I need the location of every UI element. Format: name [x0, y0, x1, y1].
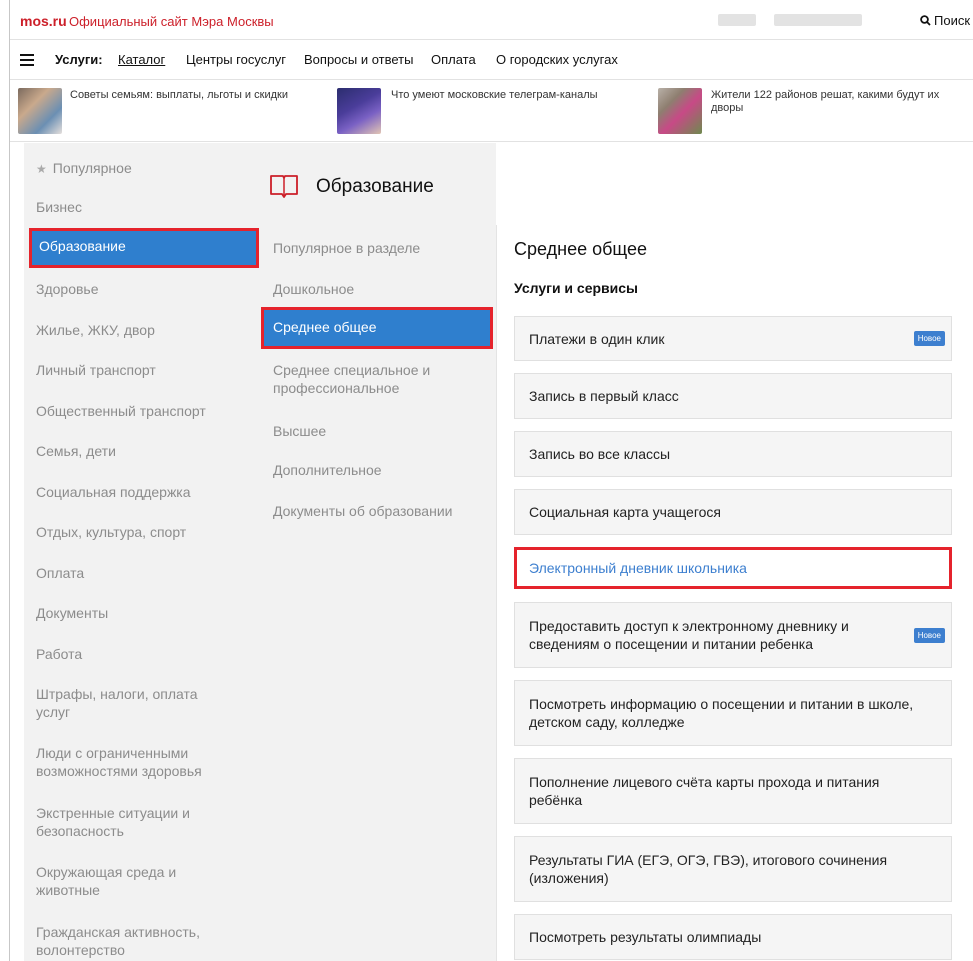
category-popular[interactable]: ★ Популярное [36, 159, 246, 178]
top-bar: mos.ru Официальный сайт Мэра Москвы Поис… [10, 0, 973, 40]
search-icon [920, 15, 931, 26]
category-item[interactable]: Жилье, ЖКУ, двор [36, 321, 246, 339]
services-nav: Услуги: Каталог Центры госуслуг Вопросы … [10, 40, 973, 80]
news-image[interactable] [337, 88, 381, 134]
service-card[interactable]: Запись во все классы [514, 431, 952, 477]
new-badge: Новое [913, 627, 945, 643]
service-label: Предоставить доступ к электронному дневн… [529, 618, 849, 652]
service-label: Результаты ГИА (ЕГЭ, ОГЭ, ГВЭ), итоговог… [529, 852, 888, 886]
service-label: Пополнение лицевого счёта карты прохода … [529, 774, 880, 808]
subsection-item-selected[interactable]: Среднее общее [261, 307, 493, 349]
search-button[interactable]: Поиск [920, 13, 970, 28]
star-icon: ★ [36, 162, 47, 176]
book-icon [270, 175, 298, 198]
category-item[interactable]: Семья, дети [36, 442, 246, 460]
services-panel: Среднее общее Услуги и сервисы Платежи в… [496, 225, 973, 961]
browser-page: mos.ru Официальный сайт Мэра Москвы Поис… [9, 0, 973, 961]
nav-link-about-services[interactable]: О городских услугах [496, 52, 618, 67]
category-item[interactable]: Личный транспорт [36, 361, 246, 379]
section-title: Образование [316, 176, 434, 197]
news-image[interactable] [18, 88, 62, 134]
news-link[interactable]: Жители 122 районов решат, какими будут и… [711, 89, 961, 115]
category-item[interactable]: Оплата [36, 564, 246, 582]
site-title[interactable]: Официальный сайт Мэра Москвы [69, 14, 274, 29]
nav-label: Услуги: [55, 52, 103, 67]
service-card-highlighted[interactable]: Электронный дневник школьника [514, 547, 952, 589]
service-label: Посмотреть результаты олимпиады [529, 929, 762, 945]
nav-link-faq[interactable]: Вопросы и ответы [304, 52, 413, 67]
services-subtitle: Услуги и сервисы [514, 280, 639, 296]
category-item-selected[interactable]: Образование [29, 228, 259, 268]
subsection-item[interactable]: Дошкольное [273, 280, 483, 298]
nav-link-payment[interactable]: Оплата [431, 52, 476, 67]
service-label: Запись в первый класс [529, 388, 679, 404]
category-item[interactable]: Окружающая среда и животные [36, 863, 216, 899]
service-card[interactable]: Предоставить доступ к электронному дневн… [514, 602, 952, 668]
category-item[interactable]: Бизнес [36, 198, 246, 216]
subsection-item[interactable]: Популярное в разделе [273, 239, 483, 257]
news-link[interactable]: Советы семьям: выплаты, льготы и скидки [70, 89, 320, 102]
service-card[interactable]: Платежи в один клик Новое [514, 316, 952, 361]
service-label: Платежи в один клик [529, 330, 665, 347]
category-item[interactable]: Социальная поддержка [36, 483, 246, 501]
category-item[interactable]: Экстренные ситуации и безопасность [36, 804, 226, 840]
category-label: Популярное [52, 160, 132, 176]
service-label: Социальная карта учащегося [529, 504, 721, 520]
menu-icon[interactable] [20, 54, 34, 66]
subsection-list: Образование Популярное в разделе Дошколь… [261, 143, 496, 961]
blurred-link[interactable] [718, 14, 756, 26]
nav-link-service-centers[interactable]: Центры госуслуг [186, 52, 286, 67]
news-link[interactable]: Что умеют московские телеграм-каналы [391, 89, 641, 102]
search-label: Поиск [934, 13, 971, 28]
service-label: Электронный дневник школьника [529, 560, 747, 576]
category-list: ★ Популярное Бизнес Образование Здоровье … [24, 143, 261, 961]
new-badge: Новое [913, 331, 945, 346]
blurred-link[interactable] [774, 14, 862, 26]
subsection-item[interactable]: Дополнительное [273, 461, 483, 479]
news-strip: Советы семьям: выплаты, льготы и скидки … [10, 80, 973, 142]
subsection-item[interactable]: Высшее [273, 422, 483, 440]
section-header: Образование [269, 171, 499, 207]
service-card[interactable]: Посмотреть результаты олимпиады [514, 914, 952, 960]
subsection-item[interactable]: Среднее специальное и профессиональное [273, 361, 463, 397]
service-card[interactable]: Посмотреть информацию о посещении и пита… [514, 680, 952, 746]
subsection-item[interactable]: Документы об образовании [273, 502, 483, 520]
service-label: Запись во все классы [529, 446, 671, 462]
service-label: Посмотреть информацию о посещении и пита… [529, 696, 914, 730]
category-item[interactable]: Люди с ограниченными возможностями здоро… [36, 744, 236, 780]
news-image[interactable] [658, 88, 702, 134]
category-item[interactable]: Гражданская активность, волонтерство [36, 923, 226, 959]
service-card[interactable]: Пополнение лицевого счёта карты прохода … [514, 758, 952, 824]
service-card[interactable]: Социальная карта учащегося [514, 489, 952, 535]
nav-link-catalog[interactable]: Каталог [118, 52, 165, 67]
category-item[interactable]: Здоровье [36, 280, 246, 298]
category-item[interactable]: Отдых, культура, спорт [36, 523, 246, 541]
category-item[interactable]: Работа [36, 645, 246, 663]
service-card[interactable]: Запись в первый класс [514, 373, 952, 419]
category-item[interactable]: Штрафы, налоги, оплата услуг [36, 685, 226, 721]
category-item[interactable]: Общественный транспорт [36, 402, 246, 420]
catalog: ★ Популярное Бизнес Образование Здоровье … [10, 143, 973, 961]
site-logo[interactable]: mos.ru [20, 13, 67, 29]
category-item[interactable]: Документы [36, 604, 246, 622]
service-card[interactable]: Результаты ГИА (ЕГЭ, ОГЭ, ГВЭ), итоговог… [514, 836, 952, 902]
services-title: Среднее общее [514, 239, 648, 259]
